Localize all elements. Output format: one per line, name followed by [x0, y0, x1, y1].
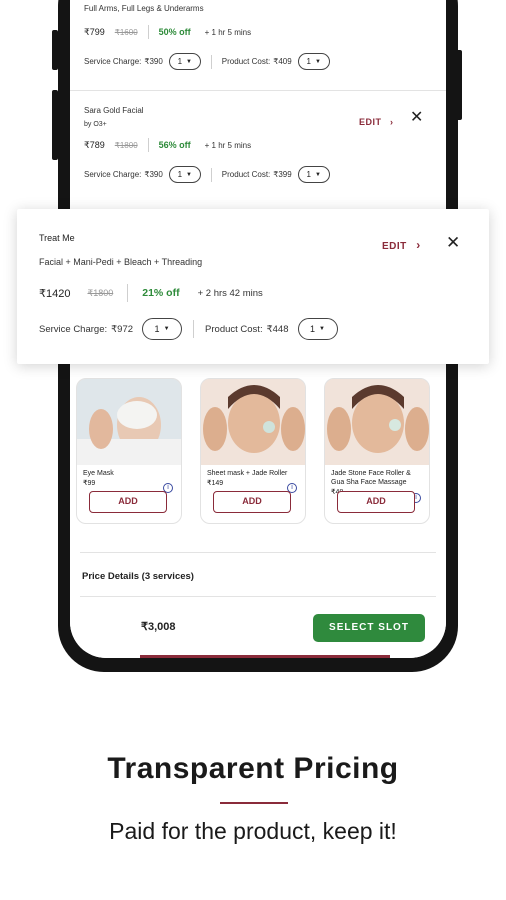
add-button[interactable]: ADD: [213, 491, 291, 513]
product-quantity-stepper[interactable]: 1 ▼: [297, 53, 330, 70]
addon-name: Eye Mask: [83, 470, 114, 477]
item-name: Full Arms, Full Legs & Underarms: [84, 4, 204, 13]
headline-underline: [220, 802, 288, 804]
divider: [193, 320, 195, 338]
package-discount: 21% off: [142, 287, 180, 299]
cart-item: Full Arms, Full Legs & Underarms ₹799 ₹1…: [84, 4, 434, 70]
product-quantity-stepper[interactable]: 1 ▼: [297, 318, 338, 340]
product-cost-value: ₹409: [273, 57, 292, 66]
item-discount: 50% off: [158, 27, 191, 37]
quantity-value: 1: [306, 57, 311, 66]
item-discount: 56% off: [158, 140, 191, 150]
quantity-value: 1: [306, 170, 311, 179]
item-original-price: ₹1600: [114, 27, 138, 37]
package-duration: + 2 hrs 42 mins: [197, 287, 263, 299]
section-separator: [80, 596, 436, 597]
product-image: [201, 379, 305, 465]
package-price: ₹1420: [39, 287, 71, 300]
divider: [147, 25, 149, 39]
product-cost-label: Product Cost:: [221, 170, 271, 179]
cart-total: ₹3,008: [141, 621, 176, 633]
product-image: [77, 379, 181, 465]
product-quantity-stepper[interactable]: 1 ▼: [297, 166, 330, 183]
chevron-right-icon: ›: [389, 117, 394, 127]
edit-button[interactable]: EDIT ›: [382, 236, 421, 254]
item-original-price: ₹1800: [114, 140, 138, 150]
package-services: Facial + Mani-Pedi + Bleach + Threading: [39, 257, 203, 267]
quantity-value: 1: [154, 324, 160, 334]
addon-name: Jade Stone Face Roller & Gua Sha Face Ma…: [331, 470, 411, 486]
select-slot-button[interactable]: SELECT SLOT: [313, 614, 425, 642]
phone-side-button: [52, 30, 58, 70]
headline: Transparent Pricing: [107, 752, 399, 785]
section-separator: [80, 552, 436, 553]
item-separator: [70, 90, 446, 91]
package-popup: Treat Me Facial + Mani-Pedi + Bleach + T…: [17, 209, 489, 364]
item-duration: + 1 hr 5 mins: [204, 27, 252, 37]
service-charge-value: ₹390: [144, 57, 163, 66]
caret-down-icon: ▼: [319, 326, 325, 332]
screen-bottom-accent: [140, 655, 390, 658]
quantity-value: 1: [177, 170, 183, 179]
close-icon[interactable]: ✕: [446, 233, 460, 253]
caret-down-icon: ▼: [186, 171, 192, 178]
service-charge-label: Service Charge:: [39, 323, 108, 335]
service-quantity-stepper[interactable]: 1 ▼: [168, 53, 201, 70]
package-name: Treat Me: [39, 233, 75, 243]
divider: [210, 167, 212, 182]
phone-power-button: [456, 50, 462, 120]
quantity-value: 1: [177, 57, 183, 66]
service-charge-label: Service Charge:: [84, 57, 142, 66]
caret-down-icon: ▼: [163, 326, 170, 332]
edit-button[interactable]: EDIT ›: [359, 112, 393, 130]
divider: [147, 138, 149, 152]
caret-down-icon: ▼: [186, 58, 192, 65]
price-details-title[interactable]: Price Details (3 services): [82, 571, 194, 582]
phone-volume-button: [52, 90, 58, 160]
addon-card: Sheet mask + Jade Roller ₹149 i ADD: [200, 378, 306, 524]
product-image: [325, 379, 429, 465]
service-quantity-stepper[interactable]: 1 ▼: [168, 166, 201, 183]
edit-label: EDIT: [359, 117, 382, 127]
divider: [127, 284, 129, 302]
product-cost-label: Product Cost:: [221, 57, 271, 66]
addon-card: Eye Mask ₹99 i ADD: [76, 378, 182, 524]
caret-down-icon: ▼: [314, 58, 321, 65]
product-cost-value: ₹448: [266, 323, 289, 335]
package-original-price: ₹1800: [87, 287, 114, 298]
product-cost-value: ₹399: [273, 170, 292, 179]
addon-card: Jade Stone Face Roller & Gua Sha Face Ma…: [324, 378, 430, 524]
divider: [210, 54, 212, 69]
add-button[interactable]: ADD: [337, 491, 415, 513]
service-charge-value: ₹390: [144, 170, 163, 179]
service-charge-value: ₹972: [111, 323, 134, 335]
subline: Paid for the product, keep it!: [109, 818, 397, 844]
product-cost-label: Product Cost:: [205, 323, 263, 335]
service-quantity-stepper[interactable]: 1 ▼: [142, 318, 183, 340]
item-duration: + 1 hr 5 mins: [204, 140, 252, 150]
close-icon[interactable]: ✕: [410, 107, 423, 127]
add-button[interactable]: ADD: [89, 491, 167, 513]
quantity-value: 1: [310, 324, 316, 334]
item-price: ₹789: [84, 139, 105, 150]
addon-name: Sheet mask + Jade Roller: [207, 470, 288, 477]
caret-down-icon: ▼: [314, 171, 321, 178]
chevron-right-icon: ›: [416, 238, 421, 252]
edit-label: EDIT: [382, 241, 407, 252]
item-price: ₹799: [84, 26, 105, 37]
service-charge-label: Service Charge:: [84, 170, 142, 179]
